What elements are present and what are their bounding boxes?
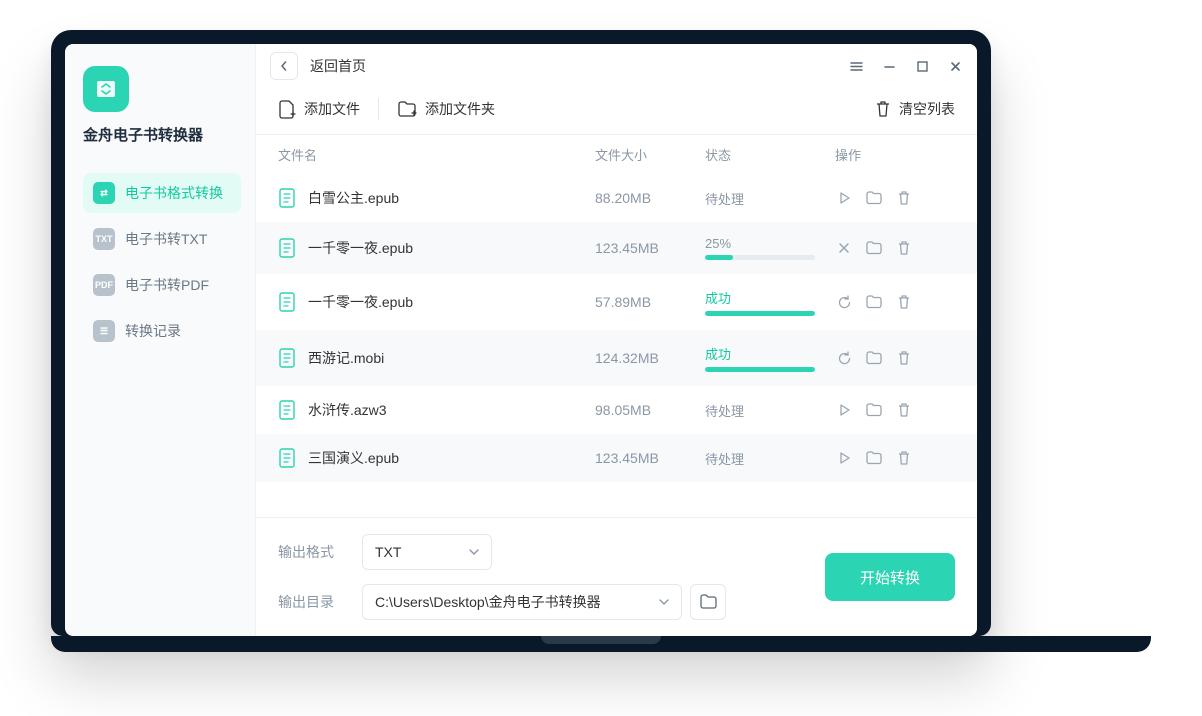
file-name: 白雪公主.epub <box>308 188 399 208</box>
sidebar-item-label: 转换记录 <box>125 321 181 341</box>
delete-icon[interactable] <box>895 449 913 467</box>
sidebar-item-icon: TXT <box>93 228 115 250</box>
file-size: 123.45MB <box>595 450 705 466</box>
add-folder-icon <box>397 100 417 118</box>
table-row: 一千零一夜.epub 57.89MB成功 <box>256 274 977 330</box>
retry-icon[interactable] <box>835 349 853 367</box>
file-name: 水浒传.azw3 <box>308 400 387 420</box>
add-file-icon <box>278 99 296 119</box>
file-name: 三国演义.epub <box>308 448 399 468</box>
col-header-status: 状态 <box>705 145 835 164</box>
output-format-select[interactable]: TXT <box>362 534 492 570</box>
delete-icon[interactable] <box>895 349 913 367</box>
clear-list-label: 清空列表 <box>899 99 955 119</box>
back-button[interactable] <box>270 52 298 80</box>
status-text: 成功 <box>705 344 835 363</box>
table-row: 一千零一夜.epub 123.45MB25% <box>256 222 977 274</box>
open-folder-icon[interactable] <box>865 293 883 311</box>
open-folder-icon[interactable] <box>865 239 883 257</box>
status-text: 待处理 <box>705 404 744 419</box>
output-format-value: TXT <box>375 544 401 560</box>
menu-icon[interactable] <box>849 59 864 74</box>
open-folder-icon[interactable] <box>865 189 883 207</box>
table-row: 三国演义.epub 123.45MB待处理 <box>256 434 977 482</box>
sidebar-item-icon: ⇄ <box>93 182 115 204</box>
add-folder-label: 添加文件夹 <box>425 99 495 119</box>
start-convert-label: 开始转换 <box>860 570 920 587</box>
toolbar-separator <box>378 98 379 120</box>
output-path-value: C:\Users\Desktop\金舟电子书转换器 <box>375 592 601 612</box>
delete-icon[interactable] <box>895 401 913 419</box>
trash-icon <box>875 100 891 118</box>
close-button[interactable] <box>948 59 963 74</box>
sidebar-item-3[interactable]: ☰ 转换记录 <box>83 311 241 351</box>
app-logo-icon <box>83 66 129 112</box>
file-icon <box>278 400 296 420</box>
add-file-label: 添加文件 <box>304 99 360 119</box>
delete-icon[interactable] <box>895 293 913 311</box>
sidebar-item-label: 电子书格式转换 <box>125 183 223 203</box>
delete-icon[interactable] <box>895 189 913 207</box>
add-folder-button[interactable]: 添加文件夹 <box>397 99 495 119</box>
retry-icon[interactable] <box>835 293 853 311</box>
sidebar-item-2[interactable]: PDF 电子书转PDF <box>83 265 241 305</box>
play-icon[interactable] <box>835 401 853 419</box>
chevron-down-icon <box>469 549 479 555</box>
open-folder-icon[interactable] <box>865 349 883 367</box>
maximize-button[interactable] <box>915 59 930 74</box>
app-title: 金舟电子书转换器 <box>83 124 241 145</box>
file-size: 88.20MB <box>595 190 705 206</box>
status-text: 待处理 <box>705 192 744 207</box>
progress-bar <box>705 311 815 316</box>
status-text: 25% <box>705 236 835 251</box>
add-file-button[interactable]: 添加文件 <box>278 99 360 119</box>
file-icon <box>278 238 296 258</box>
sidebar-item-label: 电子书转PDF <box>125 275 209 295</box>
table-row: 西游记.mobi 124.32MB成功 <box>256 330 977 386</box>
col-header-ops: 操作 <box>835 145 955 164</box>
file-size: 123.45MB <box>595 240 705 256</box>
clear-list-button[interactable]: 清空列表 <box>875 99 955 119</box>
sidebar-item-icon: ☰ <box>93 320 115 342</box>
col-header-name: 文件名 <box>278 145 595 164</box>
page-title: 返回首页 <box>310 56 366 76</box>
file-icon <box>278 292 296 312</box>
cancel-icon[interactable] <box>835 239 853 257</box>
progress-bar <box>705 255 815 260</box>
sidebar-item-1[interactable]: TXT 电子书转TXT <box>83 219 241 259</box>
sidebar-item-0[interactable]: ⇄ 电子书格式转换 <box>83 173 241 213</box>
browse-folder-button[interactable] <box>690 584 726 620</box>
file-name: 一千零一夜.epub <box>308 292 413 312</box>
path-label: 输出目录 <box>278 592 348 612</box>
file-size: 124.32MB <box>595 350 705 366</box>
file-icon <box>278 348 296 368</box>
play-icon[interactable] <box>835 449 853 467</box>
minimize-button[interactable] <box>882 59 897 74</box>
sidebar-item-label: 电子书转TXT <box>125 229 207 249</box>
file-name: 一千零一夜.epub <box>308 238 413 258</box>
play-icon[interactable] <box>835 189 853 207</box>
col-header-size: 文件大小 <box>595 145 705 164</box>
progress-bar <box>705 367 815 372</box>
file-size: 98.05MB <box>595 402 705 418</box>
status-text: 待处理 <box>705 452 744 467</box>
file-size: 57.89MB <box>595 294 705 310</box>
file-name: 西游记.mobi <box>308 348 384 368</box>
file-icon <box>278 188 296 208</box>
table-row: 水浒传.azw3 98.05MB待处理 <box>256 386 977 434</box>
chevron-down-icon <box>659 599 669 605</box>
open-folder-icon[interactable] <box>865 449 883 467</box>
sidebar-item-icon: PDF <box>93 274 115 296</box>
delete-icon[interactable] <box>895 239 913 257</box>
format-label: 输出格式 <box>278 542 348 562</box>
start-convert-button[interactable]: 开始转换 <box>825 553 955 601</box>
status-text: 成功 <box>705 288 835 307</box>
file-icon <box>278 448 296 468</box>
table-row: 白雪公主.epub 88.20MB待处理 <box>256 174 977 222</box>
output-path-select[interactable]: C:\Users\Desktop\金舟电子书转换器 <box>362 584 682 620</box>
open-folder-icon[interactable] <box>865 401 883 419</box>
